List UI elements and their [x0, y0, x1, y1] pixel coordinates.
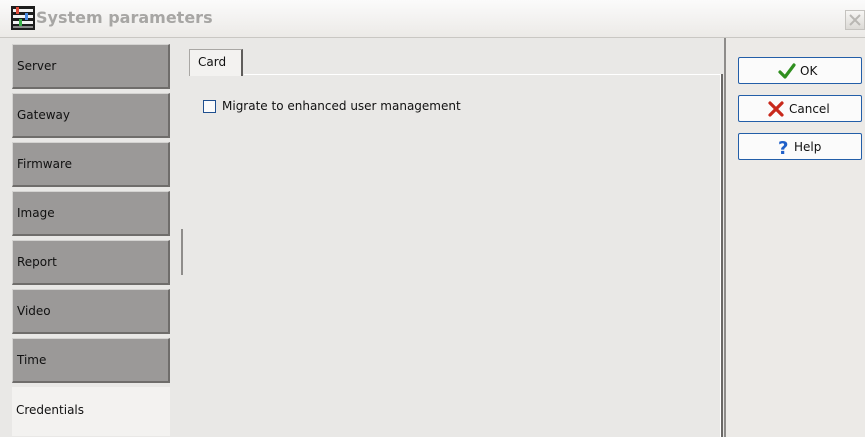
checkmark-icon — [778, 63, 796, 79]
close-icon — [849, 14, 861, 26]
action-panel-divider — [724, 38, 726, 437]
help-button-label: Help — [794, 140, 822, 154]
sidebar-item-firmware[interactable]: Firmware — [12, 142, 170, 187]
sidebar-item-label: Firmware — [17, 157, 72, 171]
tab-label: Card — [198, 55, 227, 69]
cancel-button[interactable]: Cancel — [738, 95, 862, 122]
tab-strip-border — [244, 74, 720, 75]
sidebar-item-label: Credentials — [16, 403, 85, 417]
tab-card[interactable]: Card — [189, 49, 243, 76]
sidebar-item-video[interactable]: Video — [12, 289, 170, 334]
migrate-checkbox-label: Migrate to enhanced user management — [222, 99, 461, 113]
sidebar-item-image[interactable]: Image — [12, 191, 170, 236]
close-button[interactable] — [845, 10, 865, 30]
sidebar-item-label: Gateway — [17, 108, 71, 122]
sidebar: Server Gateway Firmware Image Report Vid… — [12, 44, 170, 437]
ok-button-label: OK — [800, 64, 818, 78]
ok-button[interactable]: OK — [738, 57, 862, 84]
migrate-checkbox[interactable] — [203, 100, 216, 113]
sidebar-item-server[interactable]: Server — [12, 44, 170, 89]
sidebar-item-label: Video — [17, 304, 51, 318]
sidebar-item-label: Image — [17, 206, 55, 220]
x-icon — [768, 101, 784, 117]
help-button[interactable]: ? Help — [738, 133, 862, 160]
content-border-shadow — [721, 74, 723, 437]
cancel-button-label: Cancel — [789, 102, 830, 116]
sidebar-item-credentials[interactable]: Credentials — [12, 387, 170, 436]
svg-text:?: ? — [778, 138, 788, 156]
sidebar-item-report[interactable]: Report — [12, 240, 170, 285]
sidebar-item-time[interactable]: Time — [12, 338, 170, 383]
title-bar: System parameters — [0, 0, 865, 38]
question-icon: ? — [778, 138, 788, 156]
app-parameters-icon — [11, 6, 35, 30]
sidebar-item-label: Time — [17, 353, 47, 367]
sidebar-item-gateway[interactable]: Gateway — [12, 93, 170, 138]
window-title: System parameters — [36, 8, 213, 27]
sidebar-divider — [181, 229, 183, 275]
sidebar-item-label: Report — [17, 255, 57, 269]
sidebar-item-label: Server — [17, 59, 57, 73]
